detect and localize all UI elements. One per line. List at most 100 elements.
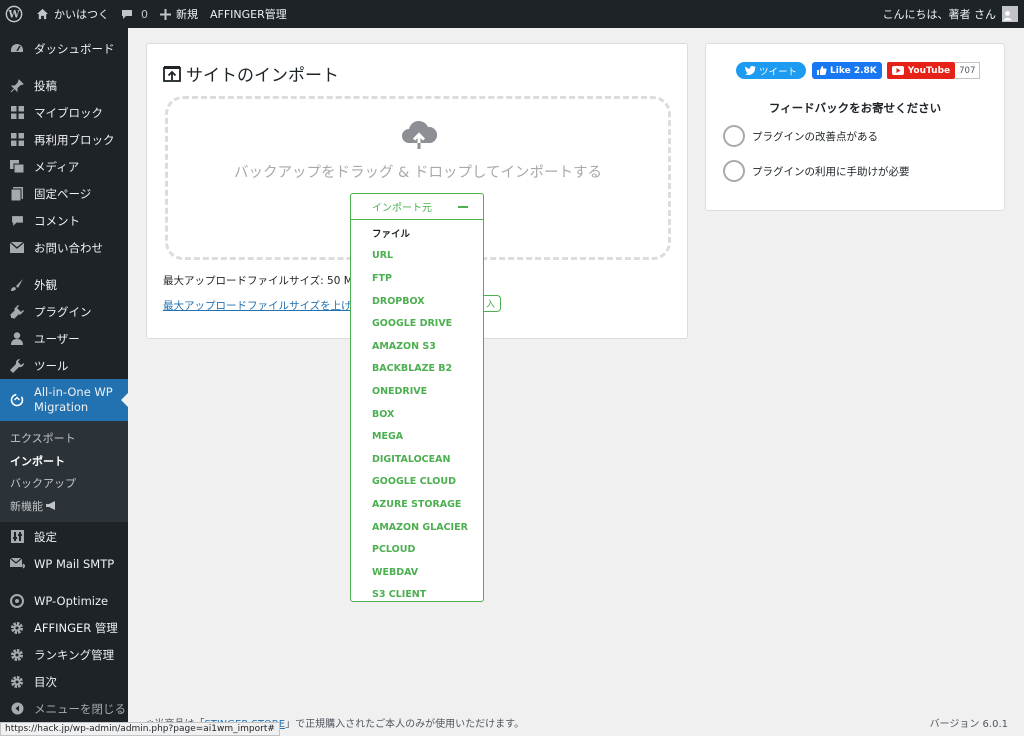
affinger-label: AFFINGER管理 xyxy=(210,8,287,21)
import-option-mega[interactable]: MEGA xyxy=(351,425,483,448)
page-title-text: サイトのインポート xyxy=(186,66,339,86)
menu-label: 外観 xyxy=(34,277,57,292)
menu-my-blocks[interactable]: マイブロック xyxy=(0,99,128,126)
twitter-icon xyxy=(745,66,756,75)
menu-tools[interactable]: ツール xyxy=(0,352,128,379)
import-option-dropbox[interactable]: DROPBOX xyxy=(351,290,483,313)
submenu-export[interactable]: エクスポート xyxy=(0,427,128,450)
max-upload-size: 最大アップロードファイルサイズ: 50 MB xyxy=(163,275,361,287)
facebook-like-button[interactable]: Like 2.8K xyxy=(812,62,882,79)
menu-users[interactable]: ユーザー xyxy=(0,325,128,352)
wp-version: バージョン 6.0.1 xyxy=(929,719,1008,730)
menu-comments[interactable]: コメント xyxy=(0,207,128,234)
plugin-icon xyxy=(8,304,26,319)
import-option-azure-storage[interactable]: AZURE STORAGE xyxy=(351,493,483,516)
menu-label: 固定ページ xyxy=(34,186,92,201)
option-label: プラグインの改善点がある xyxy=(752,130,878,143)
menu-wp-mail-smtp[interactable]: WP Mail SMTP xyxy=(0,550,128,577)
youtube-subscriber-count: 707 xyxy=(955,62,981,79)
import-option-amazon-s3[interactable]: AMAZON S3 xyxy=(351,335,483,358)
status-bar-url: https://hack.jp/wp-admin/admin.php?page=… xyxy=(0,722,280,736)
wordpress-logo-icon[interactable]: W xyxy=(2,0,30,28)
avatar xyxy=(1002,6,1018,22)
admin-bar: W かいはつく 0 新規 AFFINGER管理 こんにちは、著者 さん xyxy=(0,0,1024,28)
tweet-button[interactable]: ツイート xyxy=(736,62,807,79)
footer-suffix: 」で正規購入されたご本人のみが使用いただけます。 xyxy=(285,719,525,730)
radio-circle[interactable] xyxy=(723,125,745,147)
optimize-icon xyxy=(8,593,26,608)
menu-label: WP-Optimize xyxy=(34,593,109,608)
submenu-whats-new[interactable]: 新機能 xyxy=(0,495,128,518)
like-label: Like 2.8K xyxy=(830,65,877,76)
feedback-option-help[interactable]: プラグインの利用に手助けが必要 xyxy=(723,160,910,182)
new-content-link[interactable]: 新規 xyxy=(154,0,204,28)
import-option-onedrive[interactable]: ONEDRIVE xyxy=(351,380,483,403)
home-icon xyxy=(36,8,49,20)
menu-ranking-admin[interactable]: ランキング管理 xyxy=(0,641,128,668)
menu-pages[interactable]: 固定ページ xyxy=(0,180,128,207)
import-from-button[interactable]: インポート元 xyxy=(351,194,483,220)
import-from-dropdown: インポート元 ファイル URL FTP DROPBOX GOOGLE DRIVE… xyxy=(350,193,484,602)
menu-label: All-in-One WP Migration xyxy=(34,385,113,414)
import-option-pcloud[interactable]: PCLOUD xyxy=(351,538,483,561)
menu-all-in-one-wp-migration[interactable]: All-in-One WP Migration xyxy=(0,379,128,421)
menu-toc[interactable]: 目次 xyxy=(0,668,128,695)
feedback-title: フィードバックをお寄せください xyxy=(768,101,942,115)
admin-sidebar: ダッシュボード 投稿 マイブロック 再利用ブロック メディア 固定ページ コメン… xyxy=(0,28,128,736)
import-from-label: インポート元 xyxy=(372,203,432,214)
import-option-google-cloud[interactable]: GOOGLE CLOUD xyxy=(351,471,483,494)
comment-icon xyxy=(8,214,26,228)
migration-submenu: エクスポート インポート バックアップ 新機能 xyxy=(0,421,128,522)
import-option-google-drive[interactable]: GOOGLE DRIVE xyxy=(351,312,483,335)
greeting: こんにちは、著者 さん xyxy=(882,8,997,21)
menu-dashboard[interactable]: ダッシュボード xyxy=(0,35,128,62)
comments-link[interactable]: 0 xyxy=(115,0,154,28)
comment-count: 0 xyxy=(141,7,148,21)
user-icon xyxy=(8,332,26,346)
dashboard-icon xyxy=(8,42,26,56)
menu-label: ユーザー xyxy=(34,331,80,346)
import-option-ftp[interactable]: FTP xyxy=(351,267,483,290)
svg-text:W: W xyxy=(7,10,20,21)
submenu-import[interactable]: インポート xyxy=(0,450,128,473)
import-option-url[interactable]: URL xyxy=(351,245,483,268)
menu-plugins[interactable]: プラグイン xyxy=(0,298,128,325)
import-option-webdav[interactable]: WEBDAV xyxy=(351,561,483,584)
site-name-link[interactable]: かいはつく xyxy=(30,0,115,28)
mail-smtp-icon xyxy=(8,557,26,571)
menu-media[interactable]: メディア xyxy=(0,153,128,180)
menu-label: 設定 xyxy=(34,529,57,544)
menu-label: マイブロック xyxy=(34,105,103,120)
radio-circle[interactable] xyxy=(723,160,745,182)
menu-label: メディア xyxy=(34,159,80,174)
menu-posts[interactable]: 投稿 xyxy=(0,72,128,99)
menu-wp-optimize[interactable]: WP-Optimize xyxy=(0,587,128,614)
collapse-icon xyxy=(8,702,26,716)
import-option-amazon-glacier[interactable]: AMAZON GLACIER xyxy=(351,516,483,539)
page-icon xyxy=(8,186,26,201)
menu-contact[interactable]: お問い合わせ xyxy=(0,234,128,261)
menu-label: ランキング管理 xyxy=(34,647,115,662)
affinger-admin-link[interactable]: AFFINGER管理 xyxy=(204,0,293,28)
increase-upload-size-link[interactable]: 最大アップロードファイルサイズを上げる xyxy=(163,298,362,313)
menu-appearance[interactable]: 外観 xyxy=(0,271,128,298)
menu-settings[interactable]: 設定 xyxy=(0,523,128,550)
feedback-option-improvement[interactable]: プラグインの改善点がある xyxy=(723,125,878,147)
menu-reusable-blocks[interactable]: 再利用ブロック xyxy=(0,126,128,153)
menu-affinger-admin[interactable]: AFFINGER 管理 xyxy=(0,614,128,641)
thumbs-up-icon xyxy=(817,66,827,75)
page-title: サイトのインポート xyxy=(163,61,339,86)
import-option-s3-client[interactable]: S3 CLIENT xyxy=(351,584,483,607)
youtube-icon xyxy=(891,66,904,75)
menu-label: コメント xyxy=(34,213,80,228)
my-account-link[interactable]: こんにちは、著者 さん xyxy=(877,0,1024,28)
submenu-backup[interactable]: バックアップ xyxy=(0,472,128,495)
import-option-backblaze-b2[interactable]: BACKBLAZE B2 xyxy=(351,358,483,381)
import-option-file[interactable]: ファイル xyxy=(351,222,483,245)
menu-collapse[interactable]: メニューを閉じる xyxy=(0,695,128,722)
import-option-digitalocean[interactable]: DIGITALOCEAN xyxy=(351,448,483,471)
youtube-subscribe-button[interactable]: YouTube xyxy=(886,62,956,79)
import-option-box[interactable]: BOX xyxy=(351,403,483,426)
mail-icon xyxy=(8,241,26,255)
menu-label: お問い合わせ xyxy=(34,240,103,255)
